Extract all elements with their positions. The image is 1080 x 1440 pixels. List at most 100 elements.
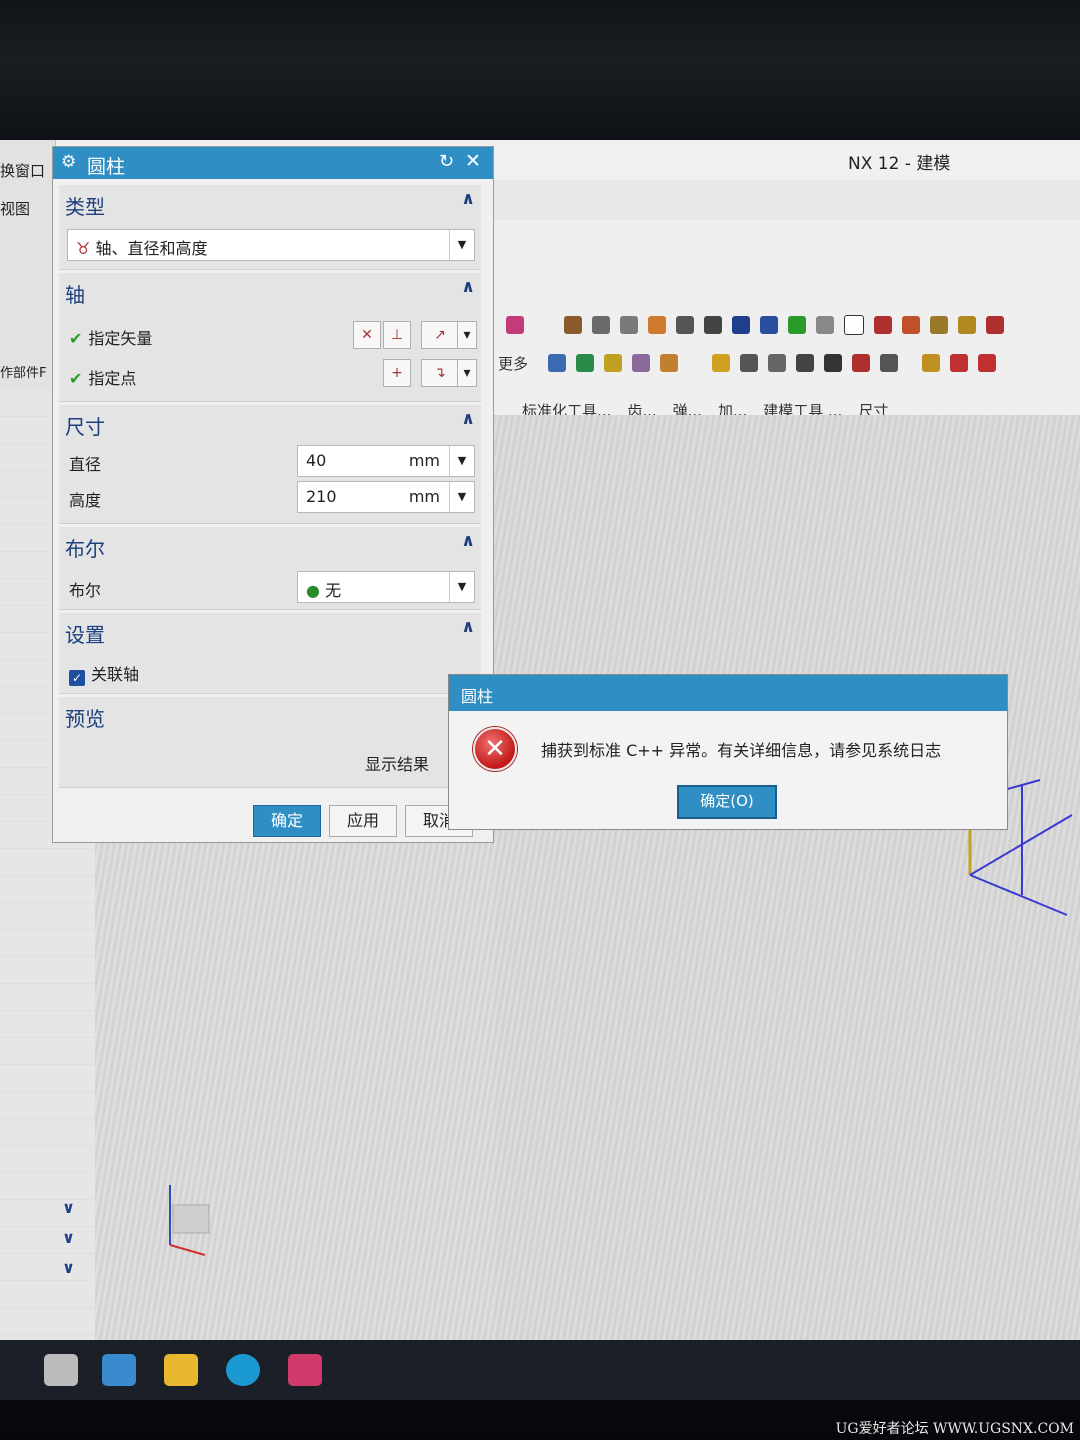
diameter-label: 直径 [69,455,102,474]
feature-icon[interactable] [564,316,582,334]
preview-section-title[interactable]: 预览 [65,703,105,732]
chevron-down-icon[interactable]: ▼ [449,446,474,476]
view-label[interactable]: 视图 [0,198,30,219]
frame-icon[interactable] [660,354,679,372]
expand-chevron-icon[interactable]: ∨ [62,1198,75,1217]
triangle-icon[interactable] [844,315,864,335]
settings-section-title[interactable]: 设置 [65,619,105,648]
reset-icon[interactable]: ↻ [439,151,454,172]
axis-section-title[interactable]: 轴 [65,279,85,308]
height-field[interactable]: 210 mm ▼ [297,481,475,513]
collapse-caret-icon[interactable]: ∧ [461,189,475,209]
chevron-down-icon[interactable]: ▼ [449,572,474,602]
checkbox-checked-icon[interactable]: ✓ [69,670,85,686]
monitor-icon[interactable] [102,1354,136,1386]
part-label[interactable]: 作部件F [0,362,46,381]
show-result-label[interactable]: 显示结果 [365,751,429,775]
knife-icon[interactable] [740,354,759,372]
graphics-window-left[interactable] [95,835,495,1340]
spring-icon[interactable] [548,354,567,372]
more-button[interactable]: 更多 [498,353,528,374]
sync-icon[interactable] [506,316,524,334]
app-title: NX 12 - 建模 [848,154,951,174]
grid-icon[interactable] [902,316,920,334]
collapse-caret-icon[interactable]: ∧ [461,617,475,637]
watermark: UG爱好者论坛 WWW.UGSNX.COM [835,1421,1074,1437]
datum-csys [968,779,1073,916]
window-label[interactable]: 换窗口 [0,160,45,181]
vector-infer-icon[interactable]: ↗ [421,321,459,349]
chevron-down-icon[interactable]: ▾ [457,321,477,349]
coin-icon[interactable] [712,354,731,372]
close-icon[interactable]: ✕ [465,150,481,172]
diameter-field[interactable]: 40 mm ▼ [297,445,475,477]
gear-icon[interactable]: ⚙ [61,152,76,172]
chain-icon[interactable] [704,316,722,334]
diameter-unit: mm [408,451,440,470]
boolean-section-title[interactable]: 布尔 [65,533,105,562]
nodes-icon[interactable] [930,316,948,334]
book-icon[interactable] [732,316,750,334]
boolean-none-icon: ● [306,581,320,600]
brush-icon[interactable] [950,354,969,372]
collapse-caret-icon[interactable]: ∧ [461,409,475,429]
sheet-icon[interactable] [874,316,892,334]
chart-icon[interactable] [816,316,834,334]
boolean-select[interactable]: ● 无 ▼ [297,571,475,603]
block-icon[interactable] [592,316,610,334]
ok-button[interactable]: 确定 [253,805,321,837]
type-section: 类型 ∧ ♉ 轴、直径和高度 ▼ [59,185,481,270]
bolt-icon[interactable] [604,354,623,372]
folder-icon[interactable] [164,1354,198,1386]
expand-chevron-icon[interactable]: ∨ [62,1258,75,1277]
clamp-icon[interactable] [986,316,1004,334]
link-icon[interactable] [676,316,694,334]
measure-icon[interactable] [978,354,997,372]
expand-chevron-icon[interactable]: ∨ [62,1228,75,1247]
associative-axis-checkbox[interactable]: ✓ 关联轴 [69,661,139,686]
point-dialog-icon[interactable]: + [383,359,411,387]
ribbon-icon-row-1 [492,310,1004,340]
angle-icon[interactable] [796,354,815,372]
edge-browser-icon[interactable] [226,1354,260,1386]
hand-icon[interactable] [648,316,666,334]
error-ok-button[interactable]: 确定(O) [677,785,777,819]
chevron-down-icon[interactable]: ▼ [449,230,474,260]
size-section: 尺寸 ∧ 直径 40 mm ▼ 高度 210 mm ▼ [59,405,481,524]
part-group-icon[interactable] [922,354,941,372]
specify-point-row[interactable]: ✔ 指定点 [69,365,136,389]
specify-vector-label: 指定矢量 [88,329,153,348]
save-icon[interactable] [824,354,843,372]
chevron-down-icon[interactable]: ▼ [449,482,474,512]
type-select[interactable]: ♉ 轴、直径和高度 ▼ [67,229,475,261]
boolean-section: 布尔 ∧ 布尔 ● 无 ▼ [59,527,481,610]
specify-vector-row[interactable]: ✔ 指定矢量 [69,325,152,349]
point-infer-icon[interactable]: ↴ [421,359,459,387]
type-section-title[interactable]: 类型 [65,191,105,220]
collapse-caret-icon[interactable]: ∧ [461,277,475,297]
graphics-window[interactable] [492,415,1080,1340]
table-icon[interactable] [620,316,638,334]
chevron-down-icon[interactable]: ▾ [457,359,477,387]
pen-icon[interactable] [760,316,778,334]
draw-icon[interactable] [852,354,871,372]
error-icon: ✕ [473,727,517,771]
nx-app-icon[interactable] [288,1354,322,1386]
window-icon[interactable] [44,1354,78,1386]
collapse-caret-icon[interactable]: ∧ [461,531,475,551]
vector-dialog-icon[interactable]: ✕ [353,321,381,349]
vector-axis-icon[interactable]: ⊥ [383,321,411,349]
height-value: 210 [306,487,337,506]
axis-section: 轴 ∧ ✔ 指定矢量 ✕ ⊥ ↗ ▾ ✔ 指定点 + ↴ ▾ [59,273,481,402]
module-icon[interactable] [632,354,651,372]
gear-10h7-icon[interactable] [880,354,899,372]
boolean-select-value: 无 [325,581,342,600]
boolean-label: 布尔 [69,581,102,600]
apply-button[interactable]: 应用 [329,805,397,837]
bearing-icon[interactable] [576,354,595,372]
size-section-title[interactable]: 尺寸 [65,411,105,440]
check-feature-icon[interactable] [788,316,806,334]
gear-part-icon[interactable] [958,316,976,334]
error-message: 捕获到标准 C++ 异常。有关详细信息，请参见系统日志 [541,741,942,760]
stack-icon[interactable] [768,354,787,372]
